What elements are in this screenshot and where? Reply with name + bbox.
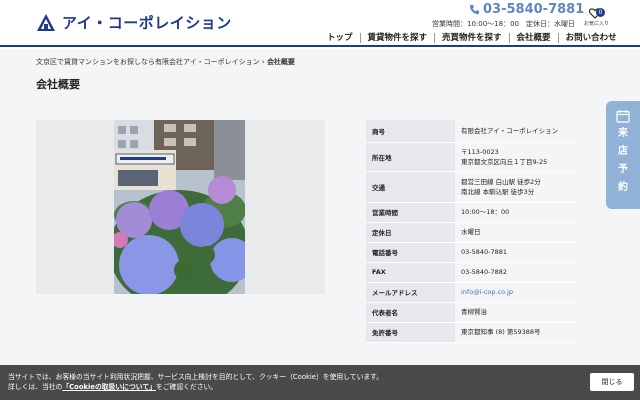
company-info-line: 有限会社アイ・コーポレイション — [461, 126, 559, 135]
company-info-row: 商号 有限会社アイ・コーポレイション — [366, 120, 576, 143]
page-title: 会社概要 — [36, 78, 80, 91]
cookie-line-2: 詳しくは、当社の「Cookieの取扱いについて」をご確認ください。 — [8, 382, 383, 392]
company-info-line: 〒113-0023 — [461, 147, 499, 156]
company-info-label: 営業時間 — [366, 202, 455, 223]
company-info-row: 代表者名 青柳賢治 — [366, 302, 576, 323]
company-info-value: 10:00～18：00 — [455, 202, 576, 223]
nav-buy[interactable]: 売買物件を探す — [434, 33, 509, 43]
favorites-button[interactable]: 0 お気に入り — [584, 8, 610, 27]
favorites-count-badge: 0 — [596, 8, 605, 17]
company-info-line: 東京都文京区向丘１丁目9-25 — [461, 157, 548, 166]
company-info-row: メールアドレス info@i-cop.co.jp — [366, 282, 576, 303]
company-info-label: 免許番号 — [366, 322, 455, 343]
company-info-value: info@i-cop.co.jp — [455, 282, 576, 303]
company-info-line: 03-5840-7881 — [461, 248, 508, 256]
site-logo[interactable]: アイ・コーポレイション — [36, 12, 232, 33]
phone-number: 03-5840-7881 — [483, 2, 585, 17]
cookie-line-2-suffix: をご確認ください。 — [155, 383, 218, 391]
breadcrumb-home-link[interactable]: 文京区で賃貸マンションをお探しなら有限会社アイ・コーポレイション — [36, 58, 260, 66]
cookie-message: 当サイトでは、お客様の当サイト利用状況把握、サービス向上検討を目的として、クッキ… — [8, 372, 383, 392]
breadcrumb: 文京区で賃貸マンションをお探しなら有限会社アイ・コーポレイション › 会社概要 — [36, 57, 295, 67]
company-info-line: 南北線 本駒込駅 徒歩3分 — [461, 187, 535, 196]
company-info-label: メールアドレス — [366, 282, 455, 303]
company-info-label: FAX — [366, 262, 455, 283]
breadcrumb-current: 会社概要 — [266, 58, 295, 66]
company-info-line: 東京都知事 (8) 第59388号 — [461, 328, 541, 336]
breadcrumb-separator: › — [261, 58, 265, 66]
company-info-value: 有限会社アイ・コーポレイション — [455, 120, 576, 143]
company-info-label: 定休日 — [366, 222, 455, 243]
calendar-icon — [616, 110, 630, 123]
phone-icon — [469, 4, 480, 15]
nav-rent[interactable]: 賃貸物件を探す — [359, 33, 435, 43]
nav-top[interactable]: トップ — [320, 33, 360, 43]
company-info-row: 所在地 〒113-0023 東京都文京区向丘１丁目9-25 — [366, 142, 576, 172]
company-info-label: 所在地 — [366, 142, 455, 172]
company-info-row: FAX 03-5840-7882 — [366, 262, 576, 283]
company-info-row: 電話番号 03-5840-7881 — [366, 242, 576, 263]
company-info-value: 東京都知事 (8) 第59388号 — [455, 322, 576, 343]
nav-company[interactable]: 会社概要 — [508, 33, 558, 43]
logo-text: アイ・コーポレイション — [62, 14, 232, 32]
company-info-line: 10:00～18：00 — [461, 208, 510, 216]
storefront-photo-frame — [36, 120, 325, 294]
visit-reservation-tab[interactable]: 来 店 予 約 — [606, 101, 640, 209]
header-phone[interactable]: 03-5840-7881 — [469, 2, 584, 17]
email-link[interactable]: info@i-cop.co.jp — [461, 287, 570, 297]
global-nav: トップ 賃貸物件を探す 売買物件を探す 会社概要 お問い合わせ — [320, 33, 624, 43]
company-info-label: 商号 — [366, 120, 455, 143]
site-header: アイ・コーポレイション 03-5840-7881 営業時間：10:00～18：0… — [0, 0, 640, 47]
cookie-line-2-prefix: 詳しくは、当社の — [8, 383, 63, 391]
company-info-row: 営業時間 10:00～18：00 — [366, 202, 576, 223]
company-info-line: 03-5840-7882 — [461, 268, 508, 276]
company-info-line: 青柳賢治 — [461, 308, 487, 316]
company-info-value: 〒113-0023 東京都文京区向丘１丁目9-25 — [455, 142, 576, 172]
company-info-value: 水曜日 — [455, 222, 576, 243]
company-info-value: 都営三田線 白山駅 徒歩2分 南北線 本駒込駅 徒歩3分 — [455, 171, 576, 203]
company-info-row: 交通 都営三田線 白山駅 徒歩2分 南北線 本駒込駅 徒歩3分 — [366, 171, 576, 203]
side-tab-char: 店 — [618, 146, 628, 157]
nav-contact[interactable]: お問い合わせ — [557, 33, 624, 43]
company-info-label: 交通 — [366, 171, 455, 203]
cookie-banner: 当サイトでは、お客様の当サイト利用状況把握、サービス向上検討を目的として、クッキ… — [0, 365, 640, 400]
company-info-label: 電話番号 — [366, 242, 455, 263]
side-tab-char: 予 — [618, 164, 628, 175]
company-info-row: 免許番号 東京都知事 (8) 第59388号 — [366, 322, 576, 343]
side-tab-char: 来 — [618, 128, 628, 139]
side-tab-char: 約 — [618, 182, 628, 193]
roof-house-logo-icon — [37, 13, 55, 31]
cookie-line-1: 当サイトでは、お客様の当サイト利用状況把握、サービス向上検討を目的として、クッキ… — [8, 373, 384, 381]
company-info-value: 青柳賢治 — [455, 302, 576, 323]
favorites-label: お気に入り — [584, 21, 610, 27]
cookie-policy-link[interactable]: 「Cookieの取扱いについて」 — [62, 383, 156, 391]
company-info-table: 商号 有限会社アイ・コーポレイション 所在地 〒113-0023 東京都文京区向丘１丁目… — [366, 120, 576, 343]
company-info-value: 03-5840-7881 — [455, 242, 576, 263]
company-info-line: 都営三田線 白山駅 徒歩2分 — [461, 177, 541, 186]
business-hours: 営業時間：10:00～18：00 定休日：水曜日 — [432, 20, 575, 28]
storefront-photo — [114, 120, 245, 294]
company-info-label: 代表者名 — [366, 302, 455, 323]
company-info-line: 水曜日 — [461, 228, 481, 236]
company-info-row: 定休日 水曜日 — [366, 222, 576, 243]
company-info-value: 03-5840-7882 — [455, 262, 576, 283]
cookie-close-button[interactable]: 閉じる — [590, 373, 634, 391]
main-content: 文京区で賃貸マンションをお探しなら有限会社アイ・コーポレイション › 会社概要 … — [0, 49, 640, 400]
